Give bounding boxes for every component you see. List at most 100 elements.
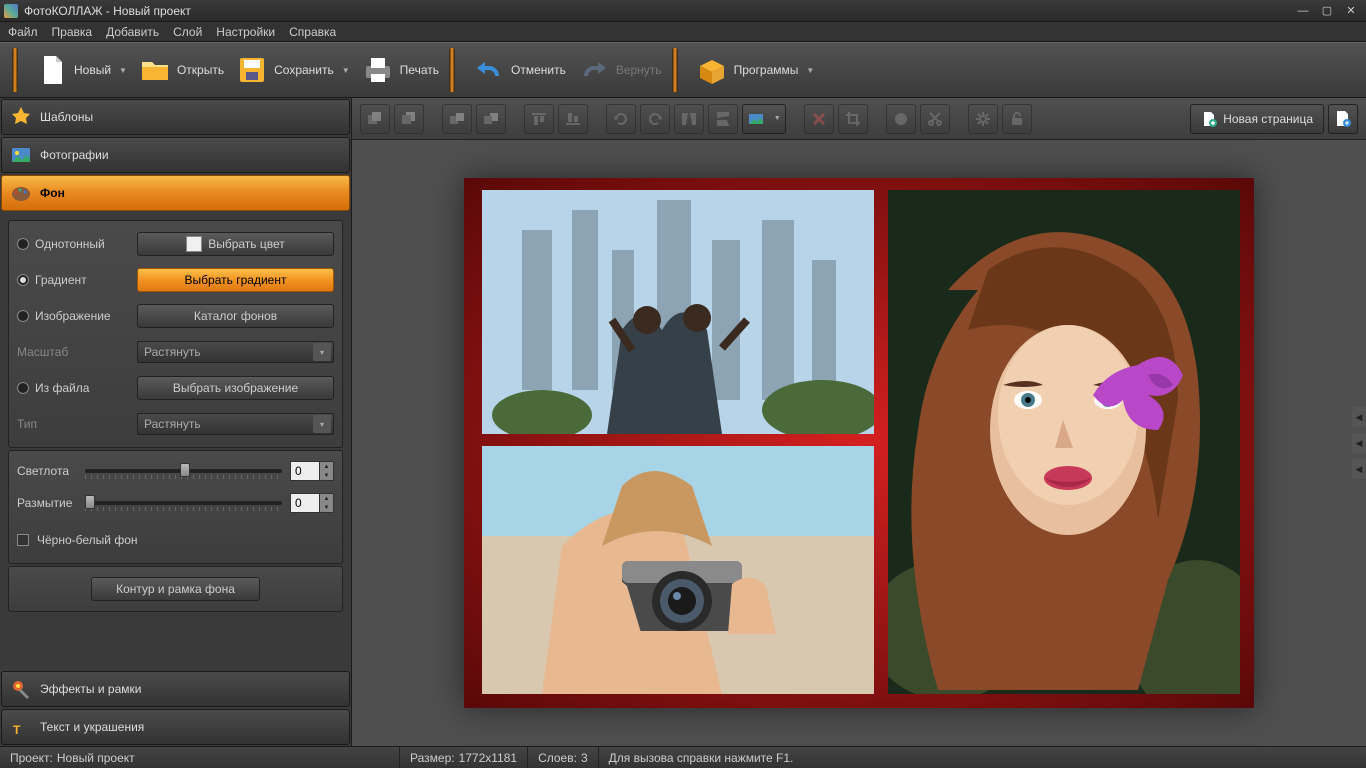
flyout-tab-1[interactable]: ◀ [1352, 407, 1366, 427]
blur-input[interactable]: 0▲▼ [290, 493, 334, 513]
outline-label: Контур и рамка фона [116, 582, 235, 596]
flyout-tab-3[interactable]: ◀ [1352, 459, 1366, 479]
status-size-label: Размер: [410, 751, 455, 765]
canvas-viewport[interactable]: ◀ ◀ ◀ [352, 140, 1366, 746]
radio-icon [17, 274, 29, 286]
gradient-label: Градиент [35, 273, 87, 287]
photo-city[interactable] [482, 190, 874, 434]
app-icon [4, 4, 18, 18]
flip-v-button [708, 104, 738, 134]
menu-edit[interactable]: Правка [52, 25, 93, 39]
align-top-button [524, 104, 554, 134]
new-button[interactable]: Новый ▼ [30, 50, 133, 90]
effects-label: Эффекты и рамки [40, 682, 141, 696]
radio-icon [17, 310, 29, 322]
solid-label: Однотонный [35, 237, 105, 251]
type-label: Тип [17, 417, 129, 431]
minimize-button[interactable]: — [1292, 3, 1314, 19]
open-button[interactable]: Открыть [133, 50, 230, 90]
save-button[interactable]: Сохранить ▼ [230, 50, 356, 90]
undo-label: Отменить [511, 63, 566, 77]
print-label: Печать [400, 63, 439, 77]
status-size-value: 1772x1181 [459, 751, 518, 765]
color-button [886, 104, 916, 134]
new-page-button[interactable]: Новая страница [1190, 104, 1324, 134]
bg-catalog-button[interactable]: Каталог фонов [137, 304, 334, 328]
background-panel: Однотонный Выбрать цвет Градиент Выбрать… [0, 212, 351, 670]
floppy-icon [236, 54, 268, 86]
type-select[interactable]: Растянуть [137, 413, 334, 435]
sidebar: Шаблоны Фотографии Фон Однотонный Выбрат… [0, 98, 352, 746]
photo-icon [10, 144, 32, 166]
maximize-button[interactable]: ▢ [1316, 3, 1338, 19]
brightness-label: Светлота [17, 464, 77, 478]
toolbar-separator [12, 48, 18, 92]
outline-button[interactable]: Контур и рамка фона [91, 577, 260, 601]
menu-layer[interactable]: Слой [173, 25, 202, 39]
page-settings-button[interactable] [1328, 104, 1358, 134]
brightness-slider[interactable] [85, 461, 282, 481]
bg-catalog-label: Каталог фонов [194, 309, 277, 323]
folder-icon [139, 54, 171, 86]
pick-gradient-label: Выбрать градиент [185, 273, 287, 287]
delete-button [804, 104, 834, 134]
pick-image-label: Выбрать изображение [173, 381, 298, 395]
crop-button [838, 104, 868, 134]
pick-color-label: Выбрать цвет [208, 237, 285, 251]
fromfile-radio-row[interactable]: Из файла [17, 381, 129, 395]
menu-help[interactable]: Справка [289, 25, 336, 39]
toolbar-separator [672, 48, 678, 92]
accordion-text[interactable]: T Текст и украшения [1, 709, 350, 745]
redo-icon [578, 54, 610, 86]
print-button[interactable]: Печать [356, 50, 445, 90]
palette-icon [10, 182, 32, 204]
scale-label: Масштаб [17, 345, 129, 359]
bw-label: Чёрно-белый фон [37, 533, 138, 547]
accordion-background[interactable]: Фон [1, 175, 350, 211]
lower-button [476, 104, 506, 134]
text-label: Текст и украшения [40, 720, 144, 734]
status-project-value: Новый проект [57, 751, 135, 765]
pick-color-button[interactable]: Выбрать цвет [137, 232, 334, 256]
brightness-input[interactable]: 0▲▼ [290, 461, 334, 481]
rotate-ccw-button [606, 104, 636, 134]
status-layers-value: 3 [581, 751, 588, 765]
printer-icon [362, 54, 394, 86]
scale-select[interactable]: Растянуть [137, 341, 334, 363]
bw-checkbox[interactable] [17, 534, 29, 546]
open-label: Открыть [177, 63, 224, 77]
fit-dropdown[interactable]: ▼ [742, 104, 786, 134]
programs-button[interactable]: Программы ▼ [690, 50, 821, 90]
accordion-effects[interactable]: Эффекты и рамки [1, 671, 350, 707]
collage-canvas[interactable] [464, 178, 1254, 708]
pick-image-button[interactable]: Выбрать изображение [137, 376, 334, 400]
menu-add[interactable]: Добавить [106, 25, 159, 39]
menu-settings[interactable]: Настройки [216, 25, 275, 39]
photos-label: Фотографии [40, 148, 109, 162]
gradient-radio-row[interactable]: Градиент [17, 273, 129, 287]
redo-label: Вернуть [616, 63, 662, 77]
photo-camera[interactable] [482, 446, 874, 694]
accordion-templates[interactable]: Шаблоны [1, 99, 350, 135]
photo-portrait[interactable] [888, 190, 1240, 694]
radio-icon [17, 238, 29, 250]
blur-slider[interactable] [85, 493, 282, 513]
page-add-icon [1201, 111, 1217, 127]
chevron-down-icon: ▼ [119, 66, 127, 75]
solid-radio-row[interactable]: Однотонный [17, 237, 129, 251]
close-button[interactable]: ✕ [1340, 3, 1362, 19]
wand-icon [10, 678, 32, 700]
pick-gradient-button[interactable]: Выбрать градиент [137, 268, 334, 292]
chevron-down-icon: ▼ [342, 66, 350, 75]
radio-icon [17, 382, 29, 394]
flyout-tab-2[interactable]: ◀ [1352, 433, 1366, 453]
undo-button[interactable]: Отменить [467, 50, 572, 90]
color-swatch [186, 236, 202, 252]
raise-button [442, 104, 472, 134]
image-radio-row[interactable]: Изображение [17, 309, 129, 323]
menu-file[interactable]: Файл [8, 25, 38, 39]
accordion-photos[interactable]: Фотографии [1, 137, 350, 173]
send-back-button [394, 104, 424, 134]
templates-label: Шаблоны [40, 110, 93, 124]
menu-bar: Файл Правка Добавить Слой Настройки Спра… [0, 22, 1366, 42]
